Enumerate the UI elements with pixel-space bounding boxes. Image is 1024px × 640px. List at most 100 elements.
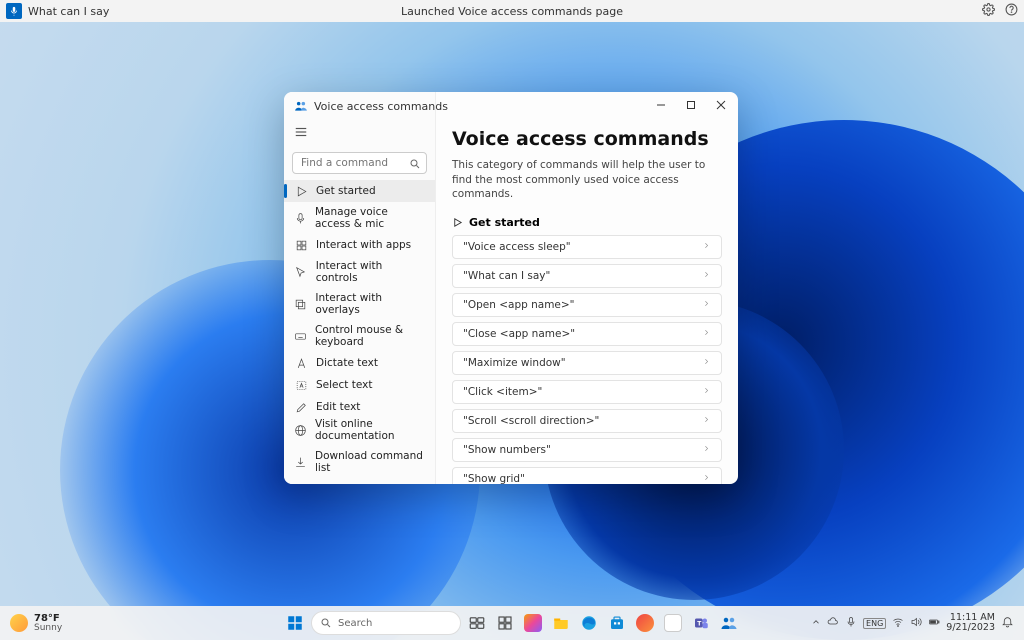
sidebar-item-dictate[interactable]: Dictate text [284,352,435,374]
voice-access-status: Launched Voice access commands page [401,5,623,18]
sidebar-item-label: Dictate text [316,357,378,369]
chevron-right-icon [702,270,711,282]
keyboard-icon [294,329,307,343]
command-row[interactable]: "Open <app name>" [452,293,722,317]
sidebar-item-label: Download command list [315,450,425,474]
language-indicator[interactable]: ENG [863,618,886,629]
chevron-right-icon [702,299,711,311]
explorer-icon[interactable] [549,611,573,635]
sidebar-item-label: Interact with apps [316,239,411,251]
weather-temp: 78°F [34,613,62,624]
sidebar-item-label: Get started [316,185,376,197]
voice-access-taskbar-icon[interactable] [717,611,741,635]
command-text: "Voice access sleep" [463,241,571,253]
command-row[interactable]: "What can I say" [452,264,722,288]
command-text: "Close <app name>" [463,328,575,340]
globe-icon [294,423,307,437]
command-text: "Maximize window" [463,357,566,369]
sidebar-item-online-docs[interactable]: Visit online documentation [284,414,435,446]
content-pane[interactable]: Voice access commands This category of c… [436,92,738,484]
mic-icon [294,211,307,225]
window-title: Voice access commands [314,100,448,113]
command-text: "Show grid" [463,473,525,484]
sidebar-item-select[interactable]: Select text [284,374,435,396]
voice-access-prompt[interactable]: What can I say [28,5,109,18]
command-row[interactable]: "Voice access sleep" [452,235,722,259]
sidebar-item-label: Control mouse & keyboard [315,324,425,348]
sidebar-item-label: Select text [316,379,372,391]
app-icon [294,99,308,113]
page-heading: Voice access commands [452,128,722,150]
store-icon[interactable] [605,611,629,635]
sidebar-item-controls[interactable]: Interact with controls [284,256,435,288]
notifications-icon[interactable] [1001,615,1014,631]
command-text: "Open <app name>" [463,299,575,311]
chevron-right-icon [702,415,711,427]
sidebar: Get started Manage voice access & mic Inte… [284,92,436,484]
battery-icon[interactable] [928,616,940,631]
chevron-right-icon [702,328,711,340]
command-row[interactable]: "Show grid" [452,467,722,484]
edge-icon[interactable] [577,611,601,635]
settings-icon[interactable] [982,3,995,19]
clock[interactable]: 11:11 AM 9/21/2023 [946,613,995,634]
tray-overflow-icon[interactable] [811,617,821,630]
weather-widget[interactable]: 78°F Sunny [0,613,62,634]
search-input[interactable] [292,152,427,174]
section-title: Get started [469,216,540,229]
taskbar-search-placeholder: Search [338,618,372,629]
command-row[interactable]: "Maximize window" [452,351,722,375]
help-icon[interactable] [1005,3,1018,19]
layers-icon [294,297,307,311]
network-icon[interactable] [892,616,904,631]
search-icon [409,155,421,167]
weather-icon [10,614,28,632]
sidebar-item-get-started[interactable]: Get started [284,180,435,202]
sidebar-item-label: Interact with controls [316,260,425,284]
chevron-right-icon [702,386,711,398]
mic-toggle-button[interactable] [6,3,22,19]
task-view-button[interactable] [465,611,489,635]
text-a-icon [294,356,308,370]
sidebar-item-manage[interactable]: Manage voice access & mic [284,202,435,234]
clock-date: 9/21/2023 [946,623,995,633]
command-row[interactable]: "Scroll <scroll direction>" [452,409,722,433]
voice-access-bar: What can I say Launched Voice access com… [0,0,1024,22]
chevron-right-icon [702,444,711,456]
pencil-icon [294,400,308,414]
command-text: "Scroll <scroll direction>" [463,415,599,427]
taskbar-search[interactable]: Search [311,611,461,635]
pinned-app-3[interactable] [661,611,685,635]
volume-icon[interactable] [910,616,922,631]
command-text: "Click <item>" [463,386,542,398]
command-text: "Show numbers" [463,444,551,456]
weather-cond: Sunny [34,624,62,634]
sidebar-item-apps[interactable]: Interact with apps [284,234,435,256]
command-row[interactable]: "Close <app name>" [452,322,722,346]
hamburger-button[interactable] [284,120,435,147]
mic-tray-icon[interactable] [845,616,857,631]
command-row[interactable]: "Click <item>" [452,380,722,404]
taskbar: 78°F Sunny Search T ENG [0,606,1024,640]
sidebar-item-mouse[interactable]: Control mouse & keyboard [284,320,435,352]
sidebar-item-download[interactable]: Download command list [284,446,435,478]
start-button[interactable] [283,611,307,635]
section-header: Get started [452,216,722,229]
pinned-app-1[interactable] [521,611,545,635]
sidebar-item-label: Interact with overlays [315,292,425,316]
chevron-right-icon [702,357,711,369]
sidebar-item-label: Edit text [316,401,360,413]
onedrive-icon[interactable] [827,616,839,631]
widgets-button[interactable] [493,611,517,635]
command-row[interactable]: "Show numbers" [452,438,722,462]
pinned-app-2[interactable] [633,611,657,635]
chevron-right-icon [702,473,711,484]
select-a-icon [294,378,308,392]
sidebar-item-edit[interactable]: Edit text [284,396,435,414]
play-icon [294,184,308,198]
command-text: "What can I say" [463,270,550,282]
sidebar-item-label: Manage voice access & mic [315,206,425,230]
sidebar-item-overlays[interactable]: Interact with overlays [284,288,435,320]
teams-icon[interactable]: T [689,611,713,635]
chevron-right-icon [702,241,711,253]
